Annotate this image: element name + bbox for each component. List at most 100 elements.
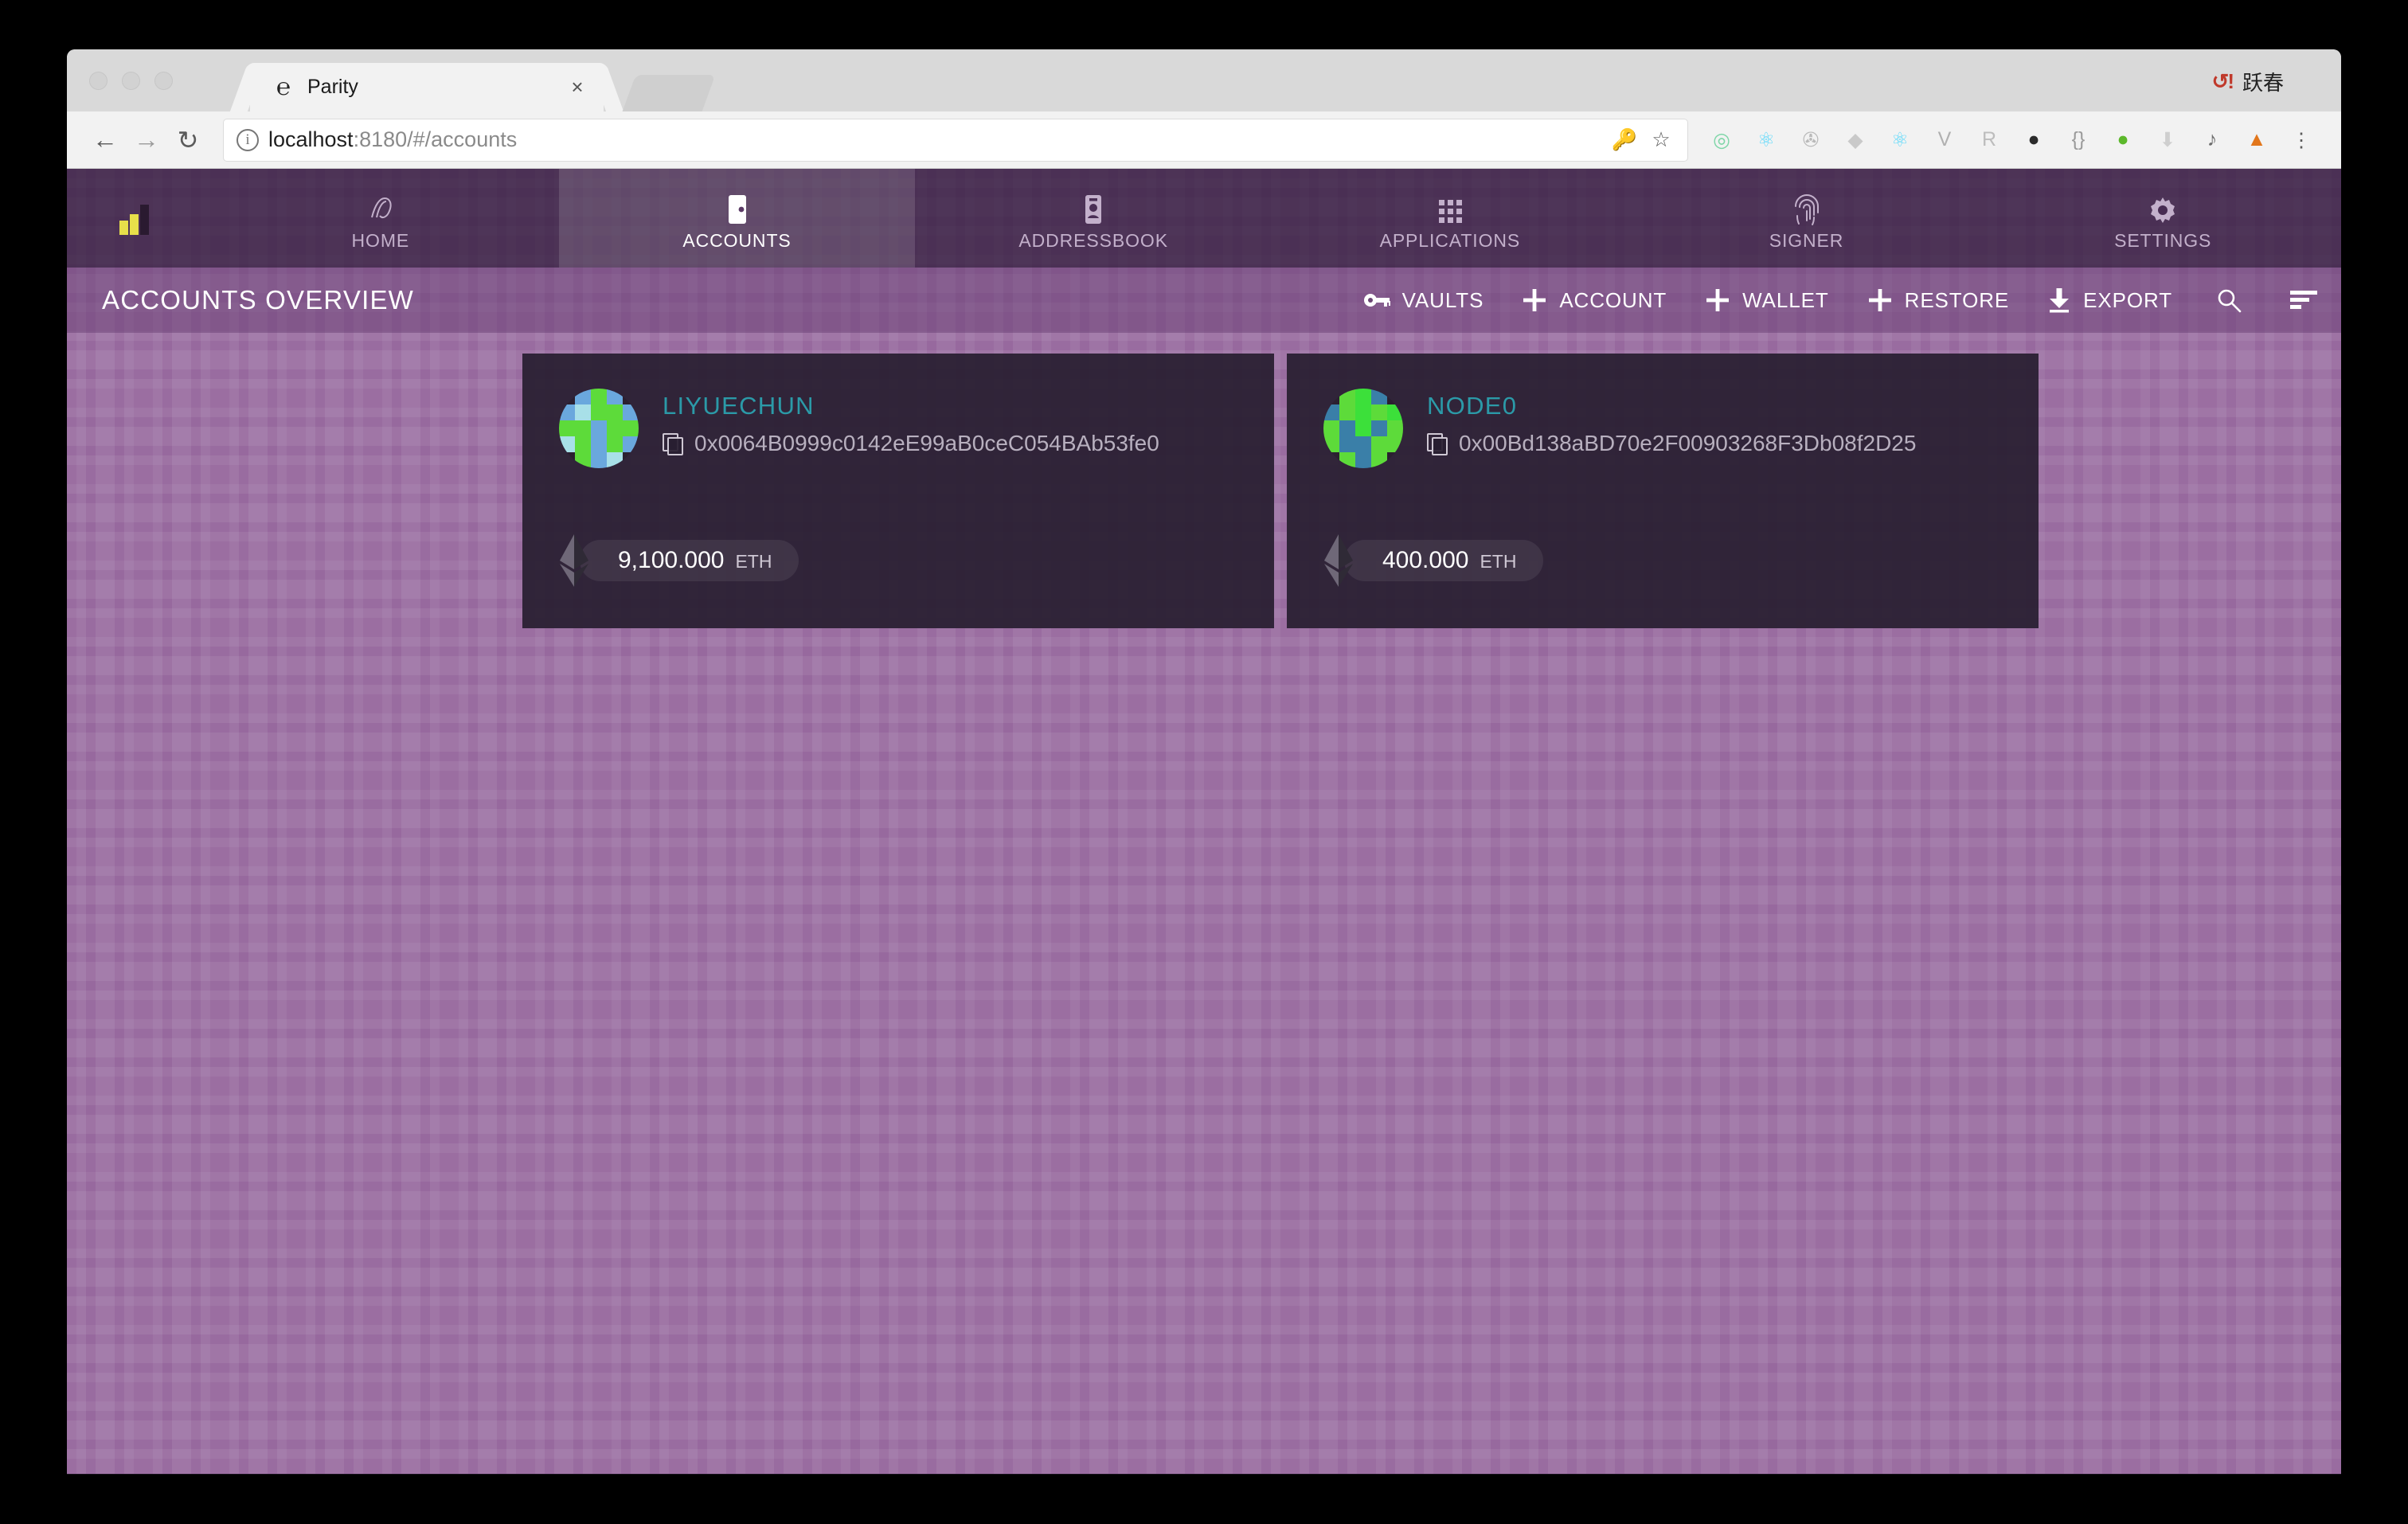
plus-icon bbox=[1522, 287, 1547, 313]
account-card[interactable]: NODE0 0x00Bd138aBD70e2F00903268F3Db08f2D2… bbox=[1287, 354, 2039, 628]
maximize-window-button[interactable] bbox=[154, 72, 173, 90]
status-bar: Parity//v1.8.2-beta-1b6588c-20171025/x86… bbox=[67, 1474, 2341, 1475]
plus-icon bbox=[1867, 287, 1893, 313]
tab-title: Parity bbox=[307, 76, 358, 98]
nav-item-label: SETTINGS bbox=[2114, 229, 2212, 251]
close-window-button[interactable] bbox=[89, 72, 108, 90]
nav-item-accounts[interactable]: ACCOUNTS bbox=[558, 169, 916, 268]
nav-item-home[interactable]: HOME bbox=[202, 169, 559, 268]
key-icon[interactable]: 🔑 bbox=[1611, 127, 1638, 152]
vue-devtools-icon[interactable]: V bbox=[1922, 118, 1967, 162]
account-card-icon bbox=[720, 186, 755, 227]
account-button[interactable]: ACCOUNT bbox=[1503, 268, 1686, 333]
account-card[interactable]: LIYUECHUN 0x0064B0999c0142eE99aB0ceC054BA… bbox=[522, 354, 1274, 628]
account-address-row: 0x00Bd138aBD70e2F00903268F3Db08f2D25 bbox=[1427, 431, 1916, 456]
chrome-menu-icon[interactable]: ⋮ bbox=[2279, 118, 2324, 162]
panda-extension-icon[interactable]: ● bbox=[2011, 118, 2056, 162]
parity-extension-icon[interactable]: ♪ bbox=[2190, 118, 2234, 162]
react-devtools-icon[interactable]: ⚛ bbox=[1744, 118, 1788, 162]
parity-favicon-icon: ℮ bbox=[276, 73, 291, 100]
nav-item-addressbook[interactable]: ADDRESSBOOK bbox=[915, 169, 1272, 268]
beans-extension-icon[interactable]: ● bbox=[2101, 118, 2145, 162]
contact-card-icon bbox=[1076, 186, 1111, 227]
ethereum-diamond-icon bbox=[1322, 534, 1355, 587]
url-host: localhost bbox=[268, 127, 354, 151]
reload-button[interactable]: ↻ bbox=[167, 119, 209, 161]
parity-bars-logo-icon[interactable] bbox=[67, 169, 202, 268]
json-viewer-icon[interactable]: {} bbox=[2056, 118, 2101, 162]
parity-wave-icon bbox=[362, 186, 399, 227]
toolbar-button-label: RESTORE bbox=[1904, 287, 2010, 312]
restore-button[interactable]: RESTORE bbox=[1848, 268, 2029, 333]
app-navigation: HOME ACCOUNTS ADDRESSBOOK APPLICATIONS SIGNE… bbox=[67, 169, 2341, 268]
browser-window: ℮ Parity × ↺! 跃春 ← → ↻ i localhost:8180/… bbox=[67, 49, 2341, 1475]
account-name[interactable]: LIYUECHUN bbox=[663, 392, 1159, 420]
diamond-extension-icon[interactable]: ◆ bbox=[1833, 118, 1878, 162]
identicon-avatar bbox=[559, 389, 639, 468]
wallet-button[interactable]: WALLET bbox=[1686, 268, 1847, 333]
close-icon[interactable]: × bbox=[565, 75, 589, 100]
orbit-extension-icon[interactable]: ◎ bbox=[1699, 118, 1744, 162]
browser-tab-parity[interactable]: ℮ Parity × bbox=[250, 63, 604, 111]
browser-toolbar: ← → ↻ i localhost:8180/#/accounts 🔑 ☆ ◎ ⚛… bbox=[67, 111, 2341, 169]
apps-grid-icon bbox=[1434, 186, 1466, 227]
download-icon bbox=[2047, 287, 2071, 313]
toolbar-button-label: EXPORT bbox=[2083, 287, 2172, 312]
nav-item-signer[interactable]: SIGNER bbox=[1628, 169, 1985, 268]
react-extension-dark-icon[interactable]: ⚛ bbox=[1878, 118, 1922, 162]
identicon-avatar bbox=[1323, 389, 1403, 468]
balance-amount: 9,100.000 bbox=[618, 547, 725, 573]
browser-profile[interactable]: ↺! 跃春 bbox=[2212, 67, 2284, 96]
new-tab-button[interactable] bbox=[622, 75, 716, 111]
nav-item-label: APPLICATIONS bbox=[1379, 229, 1521, 251]
redux-devtools-icon[interactable]: R bbox=[1967, 118, 2011, 162]
account-header: NODE0 0x00Bd138aBD70e2F00903268F3Db08f2D2… bbox=[1323, 389, 2039, 468]
profile-name: 跃春 bbox=[2242, 71, 2284, 95]
account-header: LIYUECHUN 0x0064B0999c0142eE99aB0ceC054BA… bbox=[559, 389, 1274, 468]
export-button[interactable]: EXPORT bbox=[2028, 268, 2191, 333]
vaults-button[interactable]: VAULTS bbox=[1344, 268, 1503, 333]
copy-icon[interactable] bbox=[1427, 433, 1448, 455]
sort-icon bbox=[2290, 290, 2317, 311]
key-icon bbox=[1363, 290, 1390, 311]
star-icon[interactable]: ☆ bbox=[1648, 127, 1675, 152]
address-bar[interactable]: i localhost:8180/#/accounts 🔑 ☆ bbox=[223, 118, 1688, 162]
back-button[interactable]: ← bbox=[84, 119, 126, 161]
gear-icon bbox=[2146, 186, 2179, 227]
account-info: LIYUECHUN 0x0064B0999c0142eE99aB0ceC054BA… bbox=[663, 389, 1159, 456]
toolbar-button-label: VAULTS bbox=[1401, 287, 1484, 312]
sync-error-icon: ↺! bbox=[2211, 69, 2234, 93]
account-address-row: 0x0064B0999c0142eE99aB0ceC054BAb53fe0 bbox=[663, 431, 1159, 456]
plus-icon bbox=[1705, 287, 1730, 313]
search-icon bbox=[2215, 287, 2242, 314]
nav-item-label: ADDRESSBOOK bbox=[1018, 229, 1168, 251]
search-button[interactable] bbox=[2191, 268, 2266, 333]
account-balance: 400.000 ETH bbox=[1322, 534, 1544, 587]
browser-tab-bar: ℮ Parity × ↺! 跃春 bbox=[67, 49, 2341, 111]
balance-amount: 400.000 bbox=[1382, 547, 1469, 573]
balance-pill: 400.000 ETH bbox=[1344, 540, 1544, 581]
account-address: 0x0064B0999c0142eE99aB0ceC054BAb53fe0 bbox=[694, 431, 1159, 455]
account-name[interactable]: NODE0 bbox=[1427, 392, 1916, 420]
minimize-window-button[interactable] bbox=[122, 72, 140, 90]
extensions-strip: ◎ ⚛ ✇ ◆ ⚛ V R ●{} ● ⬇ ♪ ▲ ⋮ bbox=[1699, 118, 2324, 162]
account-address: 0x00Bd138aBD70e2F00903268F3Db08f2D25 bbox=[1459, 431, 1917, 455]
balance-currency: ETH bbox=[1480, 551, 1517, 572]
site-info-icon[interactable]: i bbox=[236, 128, 259, 151]
url-path: :8180/#/accounts bbox=[353, 127, 518, 151]
nav-item-settings[interactable]: SETTINGS bbox=[1984, 169, 2341, 268]
window-traffic-lights[interactable] bbox=[89, 72, 173, 90]
copy-icon[interactable] bbox=[663, 433, 683, 455]
markdown-extension-icon[interactable]: ⬇ bbox=[2145, 118, 2190, 162]
forward-button[interactable]: → bbox=[126, 119, 167, 161]
disabled-extension-icon[interactable]: ✇ bbox=[1788, 118, 1833, 162]
ethereum-diamond-icon bbox=[557, 534, 591, 587]
metamask-fox-icon[interactable]: ▲ bbox=[2234, 118, 2279, 162]
balance-currency: ETH bbox=[735, 551, 772, 572]
balance-pill: 9,100.000 ETH bbox=[580, 540, 799, 581]
nav-item-applications[interactable]: APPLICATIONS bbox=[1272, 169, 1628, 268]
page-title: ACCOUNTS OVERVIEW bbox=[102, 285, 415, 315]
fingerprint-icon bbox=[1789, 186, 1824, 227]
sort-button[interactable] bbox=[2266, 268, 2341, 333]
toolbar-button-label: ACCOUNT bbox=[1559, 287, 1667, 312]
